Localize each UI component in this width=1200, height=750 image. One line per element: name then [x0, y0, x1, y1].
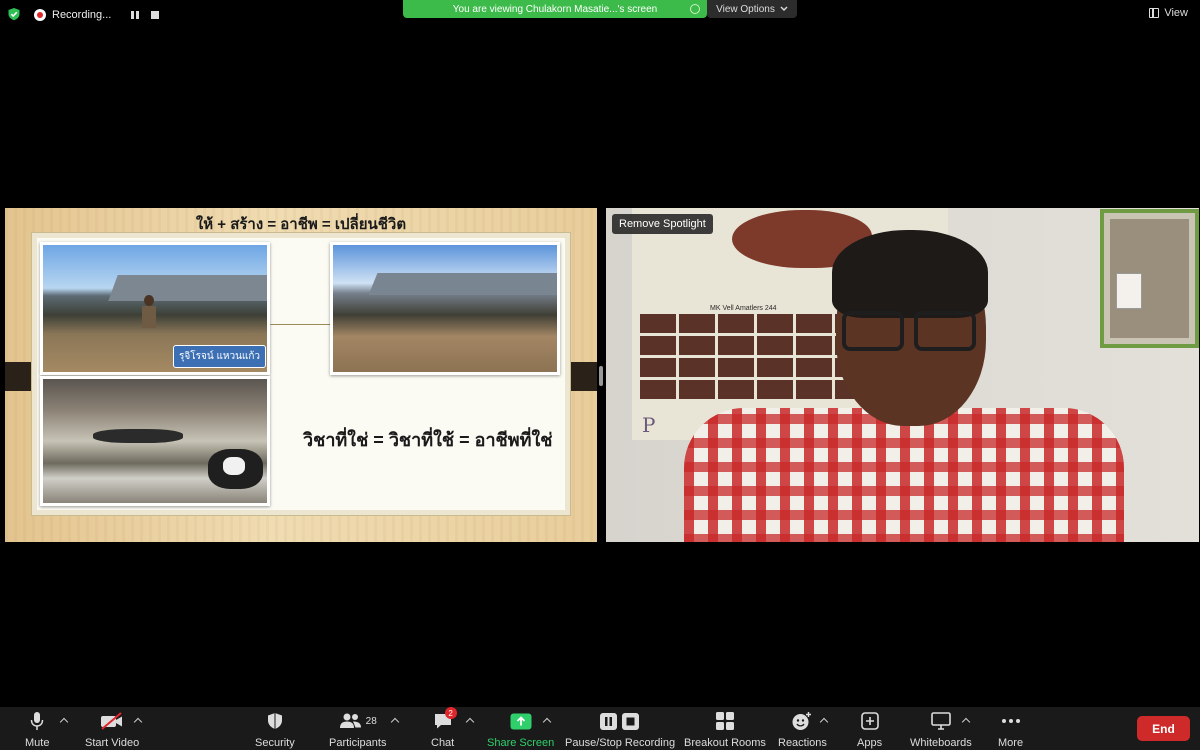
- view-options-button[interactable]: View Options: [707, 0, 797, 18]
- security-label: Security: [255, 737, 295, 749]
- mute-button[interactable]: Mute: [25, 711, 49, 749]
- whiteboards-options-caret[interactable]: [962, 717, 970, 725]
- share-options-caret[interactable]: [543, 717, 551, 725]
- whiteboards-label: Whiteboards: [910, 737, 972, 749]
- farm-photo-with-person: รุจิโรจน์ แหวนแก้ว: [40, 242, 270, 375]
- participants-options-caret[interactable]: [391, 717, 399, 725]
- participant-hair: [832, 230, 988, 318]
- reactions-options-caret[interactable]: [820, 717, 828, 725]
- breakout-rooms-label: Breakout Rooms: [684, 737, 766, 749]
- apps-icon: [860, 711, 879, 731]
- barn-roof: [368, 273, 557, 295]
- start-video-button[interactable]: Start Video: [85, 711, 139, 749]
- video-off-icon: [100, 711, 124, 731]
- breakout-rooms-icon: [715, 711, 734, 731]
- more-button[interactable]: More: [998, 711, 1023, 749]
- participants-icon: 28: [339, 711, 377, 731]
- share-screen-label: Share Screen: [487, 737, 555, 749]
- pause-stop-recording-label: Pause/Stop Recording: [565, 737, 676, 749]
- view-options-label: View Options: [716, 3, 775, 15]
- mute-label: Mute: [25, 737, 50, 749]
- participants-button[interactable]: 28 Participants: [329, 711, 386, 749]
- wall-photo-frame: [1100, 209, 1199, 348]
- barn-roof: [108, 275, 267, 301]
- remove-spotlight-button[interactable]: Remove Spotlight: [612, 214, 713, 234]
- record-icon: [34, 8, 46, 21]
- cow-spot: [223, 457, 245, 475]
- chat-options-caret[interactable]: [466, 717, 474, 725]
- status-circle-icon: [690, 4, 700, 14]
- whiteboard-icon: [931, 711, 951, 731]
- person-figure: [138, 295, 160, 353]
- top-bar: Recording... You are viewing Chulakorn M…: [0, 0, 1200, 28]
- shared-screen: ให้ + สร้าง = อาชีพ = เปลี่ยนชีวิต รุจิโ…: [5, 208, 597, 542]
- more-dots-icon: [1001, 711, 1021, 731]
- share-screen-icon: [510, 711, 532, 731]
- more-label: More: [998, 737, 1024, 749]
- plaid-shirt: [684, 408, 1124, 542]
- chat-button[interactable]: 2 Chat: [431, 707, 457, 749]
- end-meeting-button[interactable]: End: [1137, 716, 1190, 741]
- slide-motto: วิชาที่ใช่ = วิชาที่ใช้ = อาชีพที่ใช่: [303, 430, 553, 450]
- breakout-rooms-button[interactable]: Breakout Rooms: [684, 711, 766, 749]
- cattle-row: [93, 429, 183, 443]
- viewing-banner: You are viewing Chulakorn Masatie...'s s…: [403, 0, 707, 18]
- shield-icon[interactable]: [7, 7, 21, 21]
- chevron-down-icon: [780, 6, 788, 11]
- poster-text: MK Vell Amatlers 244: [710, 305, 777, 312]
- apps-button[interactable]: Apps: [857, 711, 882, 749]
- cattle-barn-photo: [40, 376, 270, 506]
- stop-recording-icon[interactable]: [151, 10, 160, 19]
- apps-label: Apps: [857, 737, 883, 749]
- participants-count: 28: [365, 715, 377, 727]
- pause-recording-icon[interactable]: [131, 10, 140, 19]
- reactions-label: Reactions: [778, 737, 827, 749]
- mute-options-caret[interactable]: [60, 717, 68, 725]
- chat-label: Chat: [431, 737, 455, 749]
- view-layout-icon: [1149, 8, 1160, 18]
- poster-letter: P: [642, 413, 656, 437]
- view-button[interactable]: View: [1149, 7, 1188, 19]
- recording-controls-icon: [600, 711, 640, 731]
- photo-caption: รุจิโรจน์ แหวนแก้ว: [173, 345, 267, 368]
- participant-video: MK Vell Amatlers 244 P: [606, 208, 1199, 542]
- microphone-icon: [30, 711, 44, 731]
- meeting-toolbar: Mute Start Video Security 28 Participant…: [0, 707, 1200, 750]
- recording-label: Recording...: [52, 8, 112, 21]
- recording-indicator: Recording...: [34, 6, 160, 23]
- video-options-caret[interactable]: [134, 717, 142, 725]
- view-label: View: [1164, 7, 1188, 19]
- viewing-banner-text: You are viewing Chulakorn Masatie...'s s…: [452, 3, 658, 15]
- start-video-label: Start Video: [85, 737, 140, 749]
- smiley-icon: [792, 711, 812, 731]
- slide-connector-line: [270, 324, 333, 325]
- security-button[interactable]: Security: [255, 711, 295, 749]
- security-shield-icon: [267, 711, 283, 731]
- farm-photo-barn: [330, 242, 560, 375]
- split-divider-handle[interactable]: [599, 366, 603, 386]
- participants-label: Participants: [329, 737, 387, 749]
- chat-icon: 2: [433, 707, 457, 731]
- glasses: [842, 311, 982, 351]
- pause-stop-recording-button[interactable]: Pause/Stop Recording: [565, 711, 675, 749]
- chat-unread-badge: 2: [444, 707, 457, 719]
